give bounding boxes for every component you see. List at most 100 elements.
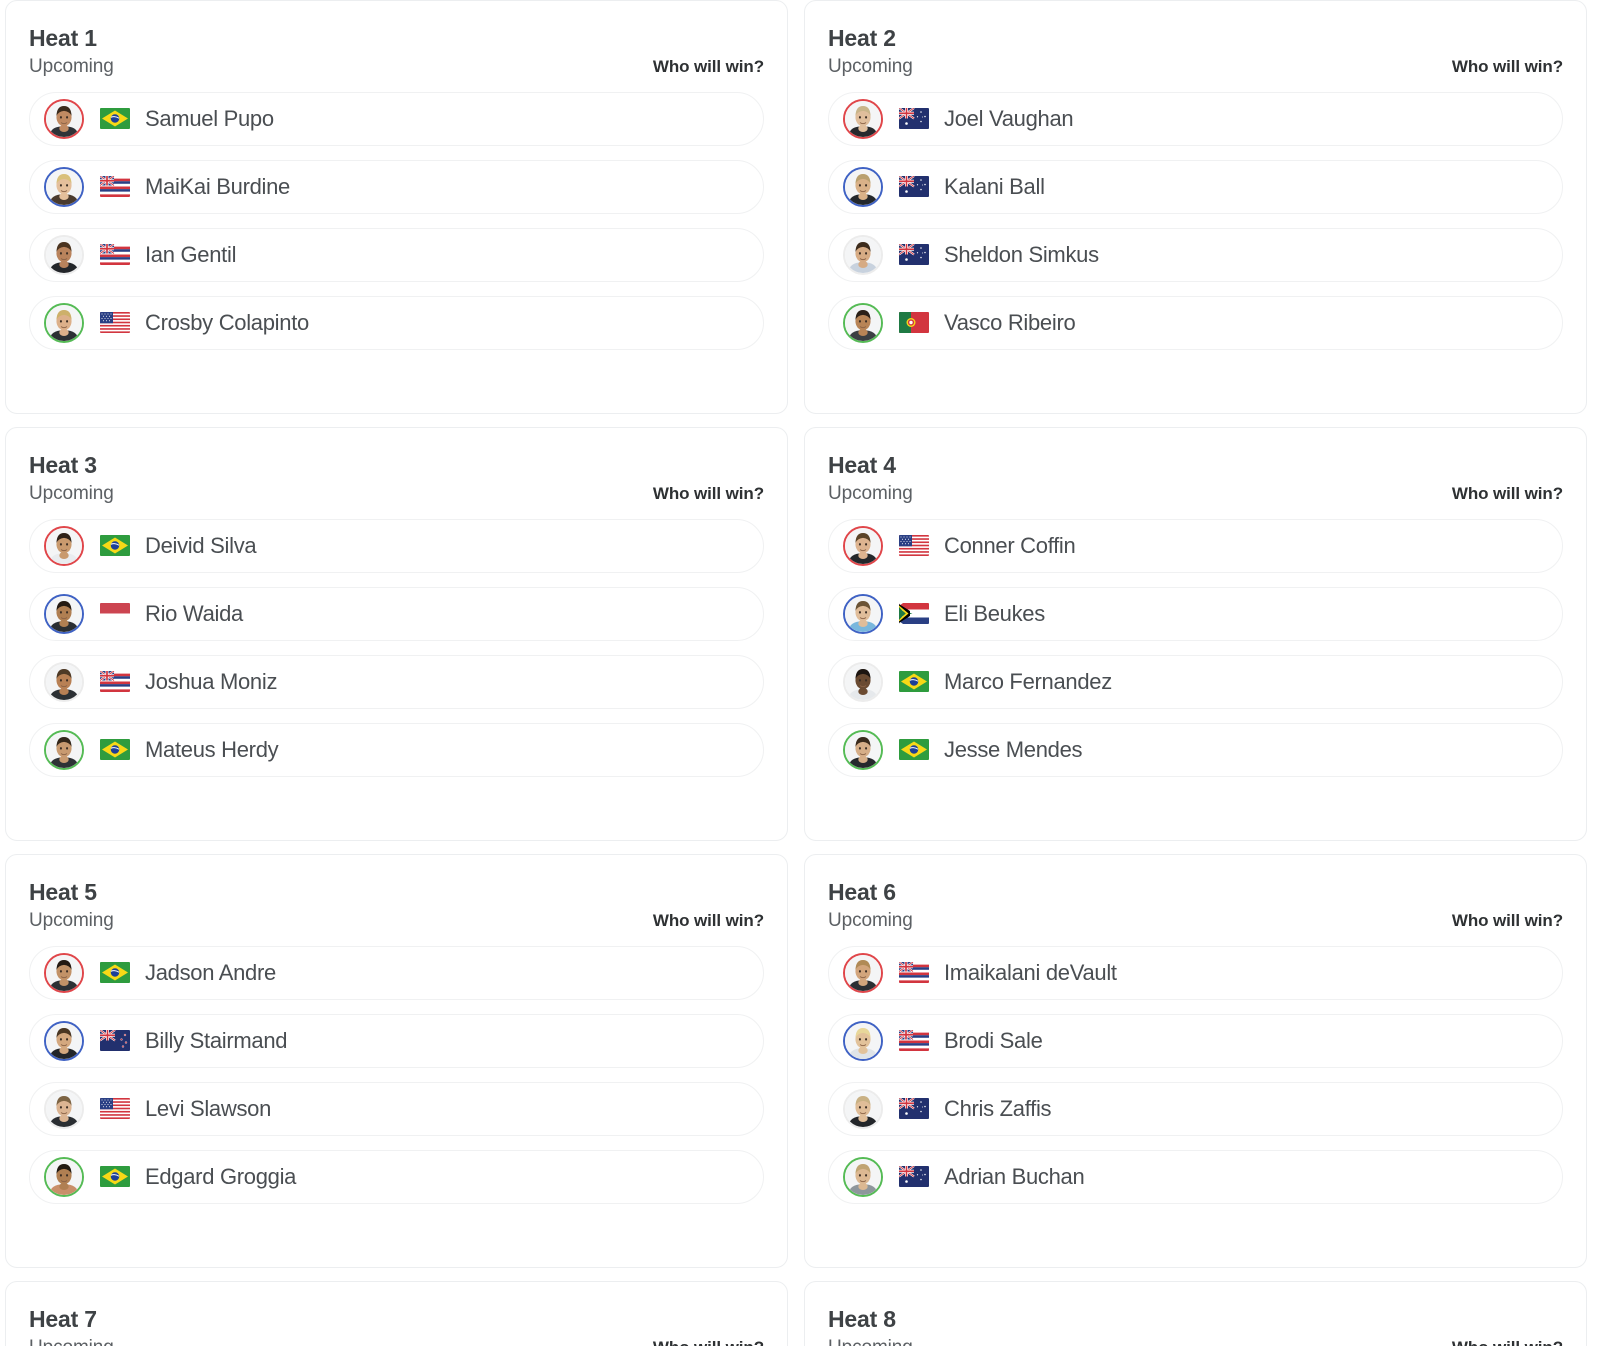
surfer-pick-row[interactable]: Jadson Andre xyxy=(29,945,764,1000)
surfer-pick-row[interactable]: Samuel Pupo xyxy=(29,91,764,146)
surfer-pick-row[interactable]: Eli Beukes xyxy=(828,586,1563,641)
heat-card-header: Heat 1 Upcoming Who will win? xyxy=(29,24,764,78)
heat-card-header: Heat 2 Upcoming Who will win? xyxy=(828,24,1563,78)
surfer-pick-row[interactable]: Edgard Groggia xyxy=(29,1149,764,1204)
heat-card: Heat 8 Upcoming Who will win? xyxy=(804,1281,1587,1346)
flag-icon-br xyxy=(100,535,130,557)
flag-icon-br xyxy=(100,108,130,130)
surfer-list: Deivid Silva Rio Waida Joshua Moniz Mate… xyxy=(29,518,764,777)
heat-status-label: Upcoming xyxy=(828,1337,913,1346)
surfer-pick-row[interactable]: Deivid Silva xyxy=(29,518,764,573)
heat-title: Heat 2 xyxy=(828,25,896,51)
heat-title: Heat 8 xyxy=(828,1306,896,1332)
heat-card: Heat 7 Upcoming Who will win? xyxy=(5,1281,788,1346)
flag-icon-au xyxy=(899,1166,929,1188)
flag-icon-nz xyxy=(100,1030,130,1052)
surfer-name: Joshua Moniz xyxy=(145,668,278,694)
surfer-name: Edgard Groggia xyxy=(145,1163,297,1189)
flag-icon-au xyxy=(899,244,929,266)
flag-icon-hi xyxy=(100,244,130,266)
surfer-name: Crosby Colapinto xyxy=(145,309,309,335)
surfer-name: Kalani Ball xyxy=(944,173,1045,199)
heat-status-label: Upcoming xyxy=(29,909,114,931)
flag-icon-br xyxy=(100,962,130,984)
surfer-avatar xyxy=(843,1020,883,1061)
surfer-pick-row[interactable]: Ian Gentil xyxy=(29,227,764,282)
surfer-avatar xyxy=(44,593,84,634)
surfer-name: Conner Coffin xyxy=(944,532,1076,558)
heat-subheader-row: Upcoming Who will win? xyxy=(828,483,1563,505)
heats-page: Heat 1 Upcoming Who will win? Samuel Pupo xyxy=(0,0,1624,1346)
surfer-avatar xyxy=(44,1156,84,1197)
surfer-avatar xyxy=(44,729,84,770)
flag-icon-id xyxy=(100,603,130,625)
surfer-pick-row[interactable]: Marco Fernandez xyxy=(828,654,1563,709)
who-will-win-prompt: Who will win? xyxy=(1452,1338,1563,1346)
heat-subheader-row: Upcoming Who will win? xyxy=(29,910,764,932)
surfer-avatar xyxy=(843,1156,883,1197)
surfer-name: Jadson Andre xyxy=(145,959,276,985)
heat-title: Heat 1 xyxy=(29,25,97,51)
surfer-name: MaiKai Burdine xyxy=(145,173,290,199)
surfer-pick-row[interactable]: Sheldon Simkus xyxy=(828,227,1563,282)
surfer-avatar xyxy=(843,1088,883,1129)
surfer-pick-row[interactable]: Chris Zaffis xyxy=(828,1081,1563,1136)
heat-card: Heat 1 Upcoming Who will win? Samuel Pupo xyxy=(5,0,788,414)
surfer-avatar xyxy=(843,525,883,566)
flag-icon-pt xyxy=(899,312,929,334)
surfer-name: Marco Fernandez xyxy=(944,668,1112,694)
flag-icon-hi xyxy=(100,671,130,693)
flag-icon-hi xyxy=(100,176,130,198)
surfer-name: Brodi Sale xyxy=(944,1027,1043,1053)
surfer-pick-row[interactable]: Joshua Moniz xyxy=(29,654,764,709)
heat-subheader-row: Upcoming Who will win? xyxy=(29,483,764,505)
surfer-pick-row[interactable]: Crosby Colapinto xyxy=(29,295,764,350)
surfer-avatar xyxy=(843,302,883,343)
surfer-name: Levi Slawson xyxy=(145,1095,272,1121)
surfer-pick-row[interactable]: Conner Coffin xyxy=(828,518,1563,573)
surfer-name: Ian Gentil xyxy=(145,241,237,267)
heat-card: Heat 3 Upcoming Who will win? Deivid Silva… xyxy=(5,427,788,841)
surfer-avatar xyxy=(843,593,883,634)
surfer-pick-row[interactable]: Billy Stairmand xyxy=(29,1013,764,1068)
surfer-list: Imaikalani deVault Brodi Sale Chris Zaff… xyxy=(828,945,1563,1204)
heat-card: Heat 4 Upcoming Who will win? Conner Cof… xyxy=(804,427,1587,841)
surfer-pick-row[interactable]: Imaikalani deVault xyxy=(828,945,1563,1000)
surfer-name: Imaikalani deVault xyxy=(944,959,1117,985)
who-will-win-prompt: Who will win? xyxy=(1451,483,1563,503)
surfer-pick-row[interactable]: Rio Waida xyxy=(29,586,764,641)
surfer-name: Samuel Pupo xyxy=(145,105,274,131)
surfer-list: Joel Vaughan Kalani Ball Sheldon Simkus … xyxy=(828,91,1563,350)
heat-card: Heat 5 Upcoming Who will win? Jadson Andre xyxy=(5,854,788,1268)
heat-subheader-row: Upcoming Who will win? xyxy=(828,910,1563,932)
who-will-win-prompt: Who will win? xyxy=(652,56,764,76)
flag-icon-br xyxy=(899,671,929,693)
surfer-name: Mateus Herdy xyxy=(145,736,279,762)
heat-card-header: Heat 8 Upcoming Who will win? xyxy=(828,1305,1563,1346)
flag-icon-br xyxy=(899,739,929,761)
surfer-pick-row[interactable]: Levi Slawson xyxy=(29,1081,764,1136)
surfer-pick-row[interactable]: Brodi Sale xyxy=(828,1013,1563,1068)
surfer-pick-row[interactable]: Jesse Mendes xyxy=(828,722,1563,777)
heat-card: Heat 6 Upcoming Who will win? Imaikalani… xyxy=(804,854,1587,1268)
flag-icon-au xyxy=(899,1098,929,1120)
surfer-name: Deivid Silva xyxy=(145,532,257,558)
surfer-name: Joel Vaughan xyxy=(944,105,1074,131)
surfer-avatar xyxy=(44,166,84,207)
surfer-avatar xyxy=(44,1088,84,1129)
flag-icon-us xyxy=(100,312,130,334)
surfer-pick-row[interactable]: Adrian Buchan xyxy=(828,1149,1563,1204)
surfer-pick-row[interactable]: Vasco Ribeiro xyxy=(828,295,1563,350)
surfer-name: Chris Zaffis xyxy=(944,1095,1052,1121)
surfer-pick-row[interactable]: Joel Vaughan xyxy=(828,91,1563,146)
heat-card-header: Heat 7 Upcoming Who will win? xyxy=(29,1305,764,1346)
surfer-pick-row[interactable]: Mateus Herdy xyxy=(29,722,764,777)
flag-icon-hi xyxy=(899,1030,929,1052)
heat-title: Heat 4 xyxy=(828,452,896,478)
surfer-pick-row[interactable]: MaiKai Burdine xyxy=(29,159,764,214)
heat-title: Heat 3 xyxy=(29,452,97,478)
heat-status-label: Upcoming xyxy=(828,909,913,931)
surfer-avatar xyxy=(44,98,84,139)
surfer-pick-row[interactable]: Kalani Ball xyxy=(828,159,1563,214)
heat-status-label: Upcoming xyxy=(828,482,913,504)
